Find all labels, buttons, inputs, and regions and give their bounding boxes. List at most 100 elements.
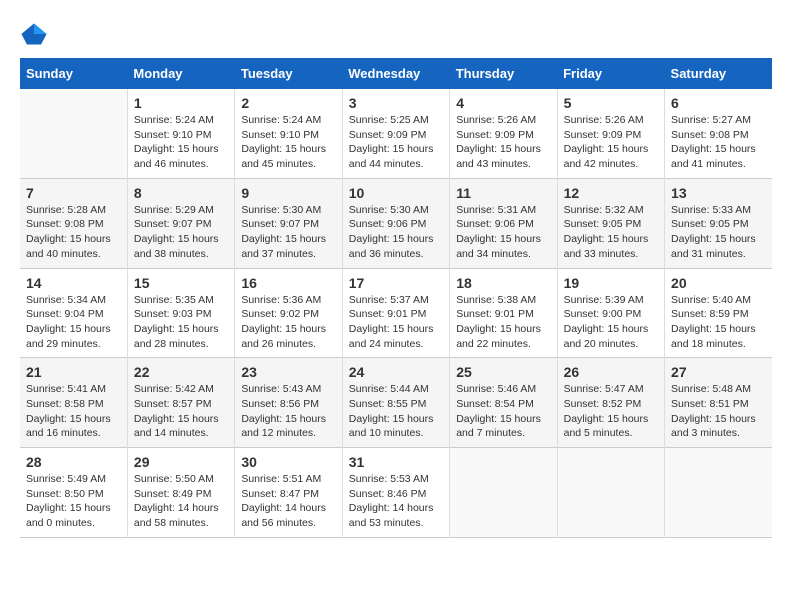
day-info: Sunrise: 5:26 AM Sunset: 9:09 PM Dayligh… bbox=[456, 113, 550, 172]
calendar-cell: 12Sunrise: 5:32 AM Sunset: 9:05 PM Dayli… bbox=[557, 178, 664, 268]
logo-icon bbox=[20, 20, 48, 48]
day-number: 7 bbox=[26, 185, 121, 201]
day-number: 25 bbox=[456, 364, 550, 380]
calendar-cell: 31Sunrise: 5:53 AM Sunset: 8:46 PM Dayli… bbox=[342, 448, 449, 538]
calendar-cell: 17 Sunrise: 5:37 AM Sunset: 9:01 PM Dayli… bbox=[342, 268, 449, 358]
day-info: Sunrise: 5:30 AM Sunset: 9:06 PM Dayligh… bbox=[349, 203, 443, 262]
day-info: Sunrise: 5:37 AM Sunset: 9:01 PM Dayligh… bbox=[349, 293, 443, 352]
logo bbox=[20, 20, 50, 48]
day-number: 19 bbox=[564, 275, 658, 291]
calendar-cell: 10 Sunrise: 5:30 AM Sunset: 9:06 PM Dayli… bbox=[342, 178, 449, 268]
day-info: Sunrise: 5:33 AM Sunset: 9:05 PM Dayligh… bbox=[671, 203, 766, 262]
header-tuesday: Tuesday bbox=[235, 58, 342, 89]
calendar-week-row: 28 Sunrise: 5:49 AM Sunset: 8:50 PM Dayli… bbox=[20, 448, 772, 538]
calendar-cell: 2Sunrise: 5:24 AM Sunset: 9:10 PM Daylig… bbox=[235, 89, 342, 178]
calendar-cell: 24 Sunrise: 5:44 AM Sunset: 8:55 PM Dayli… bbox=[342, 358, 449, 448]
day-info: Sunrise: 5:41 AM Sunset: 8:58 PM Dayligh… bbox=[26, 382, 121, 441]
day-number: 28 bbox=[26, 454, 121, 470]
calendar-table: SundayMondayTuesdayWednesdayThursdayFrid… bbox=[20, 58, 772, 538]
day-number: 4 bbox=[456, 95, 550, 111]
day-number: 15 bbox=[134, 275, 228, 291]
calendar-cell: 1 Sunrise: 5:24 AM Sunset: 9:10 PM Daylig… bbox=[127, 89, 234, 178]
header-sunday: Sunday bbox=[20, 58, 127, 89]
day-info: Sunrise: 5:25 AM Sunset: 9:09 PM Dayligh… bbox=[349, 113, 443, 172]
calendar-cell: 30 Sunrise: 5:51 AM Sunset: 8:47 PM Dayli… bbox=[235, 448, 342, 538]
day-number: 6 bbox=[671, 95, 766, 111]
day-info: Sunrise: 5:50 AM Sunset: 8:49 PM Dayligh… bbox=[134, 472, 228, 531]
day-number: 3 bbox=[349, 95, 443, 111]
day-info: Sunrise: 5:40 AM Sunset: 8:59 PM Dayligh… bbox=[671, 293, 766, 352]
day-info: Sunrise: 5:44 AM Sunset: 8:55 PM Dayligh… bbox=[349, 382, 443, 441]
header-saturday: Saturday bbox=[665, 58, 772, 89]
calendar-cell: 6 Sunrise: 5:27 AM Sunset: 9:08 PM Daylig… bbox=[665, 89, 772, 178]
calendar-week-row: 14Sunrise: 5:34 AM Sunset: 9:04 PM Dayli… bbox=[20, 268, 772, 358]
calendar-cell bbox=[557, 448, 664, 538]
calendar-cell: 26Sunrise: 5:47 AM Sunset: 8:52 PM Dayli… bbox=[557, 358, 664, 448]
calendar-cell bbox=[20, 89, 127, 178]
day-number: 10 bbox=[349, 185, 443, 201]
day-number: 26 bbox=[564, 364, 658, 380]
page-header bbox=[20, 20, 772, 48]
day-number: 11 bbox=[456, 185, 550, 201]
calendar-cell: 11 Sunrise: 5:31 AM Sunset: 9:06 PM Dayli… bbox=[450, 178, 557, 268]
day-info: Sunrise: 5:51 AM Sunset: 8:47 PM Dayligh… bbox=[241, 472, 335, 531]
day-info: Sunrise: 5:46 AM Sunset: 8:54 PM Dayligh… bbox=[456, 382, 550, 441]
day-info: Sunrise: 5:43 AM Sunset: 8:56 PM Dayligh… bbox=[241, 382, 335, 441]
day-number: 16 bbox=[241, 275, 335, 291]
header-monday: Monday bbox=[127, 58, 234, 89]
day-number: 29 bbox=[134, 454, 228, 470]
day-number: 2 bbox=[241, 95, 335, 111]
day-number: 23 bbox=[241, 364, 335, 380]
day-info: Sunrise: 5:36 AM Sunset: 9:02 PM Dayligh… bbox=[241, 293, 335, 352]
calendar-cell: 8Sunrise: 5:29 AM Sunset: 9:07 PM Daylig… bbox=[127, 178, 234, 268]
calendar-cell: 25 Sunrise: 5:46 AM Sunset: 8:54 PM Dayli… bbox=[450, 358, 557, 448]
header-friday: Friday bbox=[557, 58, 664, 89]
day-number: 27 bbox=[671, 364, 766, 380]
day-number: 24 bbox=[349, 364, 443, 380]
calendar-week-row: 1 Sunrise: 5:24 AM Sunset: 9:10 PM Daylig… bbox=[20, 89, 772, 178]
day-info: Sunrise: 5:35 AM Sunset: 9:03 PM Dayligh… bbox=[134, 293, 228, 352]
calendar-header-row: SundayMondayTuesdayWednesdayThursdayFrid… bbox=[20, 58, 772, 89]
day-info: Sunrise: 5:30 AM Sunset: 9:07 PM Dayligh… bbox=[241, 203, 335, 262]
day-info: Sunrise: 5:49 AM Sunset: 8:50 PM Dayligh… bbox=[26, 472, 121, 531]
calendar-cell: 9 Sunrise: 5:30 AM Sunset: 9:07 PM Daylig… bbox=[235, 178, 342, 268]
day-info: Sunrise: 5:39 AM Sunset: 9:00 PM Dayligh… bbox=[564, 293, 658, 352]
day-number: 20 bbox=[671, 275, 766, 291]
day-number: 1 bbox=[134, 95, 228, 111]
day-number: 5 bbox=[564, 95, 658, 111]
day-number: 13 bbox=[671, 185, 766, 201]
day-number: 30 bbox=[241, 454, 335, 470]
header-thursday: Thursday bbox=[450, 58, 557, 89]
day-number: 31 bbox=[349, 454, 443, 470]
calendar-cell: 7 Sunrise: 5:28 AM Sunset: 9:08 PM Daylig… bbox=[20, 178, 127, 268]
calendar-cell: 20 Sunrise: 5:40 AM Sunset: 8:59 PM Dayli… bbox=[665, 268, 772, 358]
calendar-cell bbox=[450, 448, 557, 538]
calendar-cell: 14Sunrise: 5:34 AM Sunset: 9:04 PM Dayli… bbox=[20, 268, 127, 358]
calendar-week-row: 21 Sunrise: 5:41 AM Sunset: 8:58 PM Dayli… bbox=[20, 358, 772, 448]
header-wednesday: Wednesday bbox=[342, 58, 449, 89]
calendar-cell bbox=[665, 448, 772, 538]
calendar-cell: 4 Sunrise: 5:26 AM Sunset: 9:09 PM Daylig… bbox=[450, 89, 557, 178]
day-info: Sunrise: 5:26 AM Sunset: 9:09 PM Dayligh… bbox=[564, 113, 658, 172]
calendar-cell: 28 Sunrise: 5:49 AM Sunset: 8:50 PM Dayli… bbox=[20, 448, 127, 538]
day-info: Sunrise: 5:31 AM Sunset: 9:06 PM Dayligh… bbox=[456, 203, 550, 262]
calendar-cell: 3 Sunrise: 5:25 AM Sunset: 9:09 PM Daylig… bbox=[342, 89, 449, 178]
calendar-cell: 19 Sunrise: 5:39 AM Sunset: 9:00 PM Dayli… bbox=[557, 268, 664, 358]
day-number: 22 bbox=[134, 364, 228, 380]
day-info: Sunrise: 5:48 AM Sunset: 8:51 PM Dayligh… bbox=[671, 382, 766, 441]
day-info: Sunrise: 5:27 AM Sunset: 9:08 PM Dayligh… bbox=[671, 113, 766, 172]
day-info: Sunrise: 5:24 AM Sunset: 9:10 PM Dayligh… bbox=[134, 113, 228, 172]
calendar-cell: 21 Sunrise: 5:41 AM Sunset: 8:58 PM Dayli… bbox=[20, 358, 127, 448]
day-number: 17 bbox=[349, 275, 443, 291]
calendar-cell: 15 Sunrise: 5:35 AM Sunset: 9:03 PM Dayli… bbox=[127, 268, 234, 358]
day-info: Sunrise: 5:28 AM Sunset: 9:08 PM Dayligh… bbox=[26, 203, 121, 262]
day-number: 8 bbox=[134, 185, 228, 201]
day-number: 14 bbox=[26, 275, 121, 291]
calendar-cell: 23 Sunrise: 5:43 AM Sunset: 8:56 PM Dayli… bbox=[235, 358, 342, 448]
calendar-cell: 13 Sunrise: 5:33 AM Sunset: 9:05 PM Dayli… bbox=[665, 178, 772, 268]
day-number: 21 bbox=[26, 364, 121, 380]
calendar-cell: 29 Sunrise: 5:50 AM Sunset: 8:49 PM Dayli… bbox=[127, 448, 234, 538]
day-number: 9 bbox=[241, 185, 335, 201]
calendar-cell: 5 Sunrise: 5:26 AM Sunset: 9:09 PM Daylig… bbox=[557, 89, 664, 178]
day-info: Sunrise: 5:38 AM Sunset: 9:01 PM Dayligh… bbox=[456, 293, 550, 352]
